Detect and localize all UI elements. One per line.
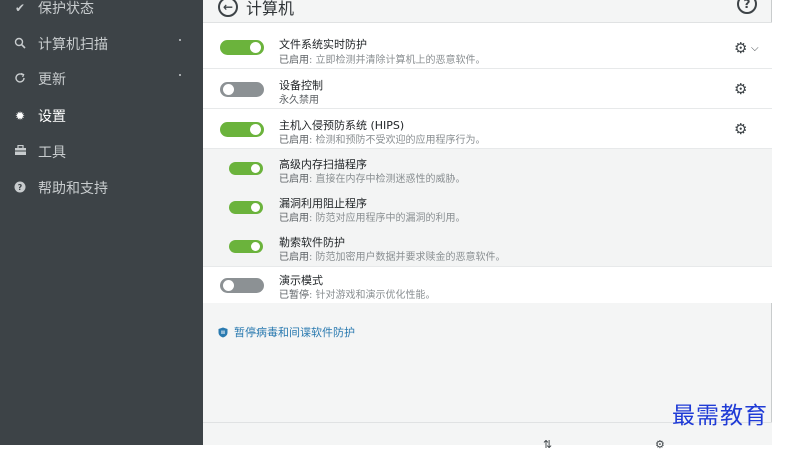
pause-protection-link[interactable]: 暂停病毒和间谍软件防护 xyxy=(218,324,355,340)
sidebar-item-label: 工具 xyxy=(38,145,66,161)
sidebar-item-computer-scan[interactable]: 计算机扫描 xyxy=(0,29,203,59)
pause-link-label: 暂停病毒和间谍软件防护 xyxy=(234,326,355,339)
page-header: ← 计算机 xyxy=(203,0,772,22)
row-description: 已暂停: 针对游戏和演示优化性能。 xyxy=(279,290,436,301)
toggle-switch[interactable] xyxy=(220,82,264,97)
sidebar-item-label: 设置 xyxy=(38,109,66,125)
settings-panel: 文件系统实时防护 已启用: 立即检测并清除计算机上的恶意软件。 ⚙ ⌵ 设备控制… xyxy=(203,22,772,303)
check-icon: ✔ xyxy=(14,1,26,15)
page-title: 计算机 xyxy=(246,0,295,18)
toolbox-icon xyxy=(12,144,28,159)
row-description: 已启用: 防范对应用程序中的漏洞的利用。 xyxy=(279,213,466,224)
sidebar: ✔ 保护状态 计算机扫描 更新 ✹ 设置 工具 ? 帮助和支持 xyxy=(0,0,203,445)
toggle-switch[interactable] xyxy=(220,40,264,55)
window-edge xyxy=(772,0,794,445)
row-description: 永久禁用 xyxy=(279,95,319,106)
toggle-switch[interactable] xyxy=(220,278,264,293)
gear-icon[interactable]: ⚙ xyxy=(734,80,747,98)
sidebar-item-help[interactable]: ? 帮助和支持 xyxy=(0,173,203,203)
row-description: 已启用: 立即检测并清除计算机上的恶意软件。 xyxy=(279,55,486,66)
toggle-switch[interactable] xyxy=(229,162,263,175)
row-title: 文件系统实时防护 xyxy=(279,38,367,51)
setting-row-exploit-blocker: 漏洞利用阻止程序 已启用: 防范对应用程序中的漏洞的利用。 xyxy=(203,188,772,227)
shield-icon xyxy=(218,327,228,337)
sidebar-item-settings[interactable]: ✹ 设置 xyxy=(0,101,203,131)
row-description: 已启用: 防范加密用户数据并要求赎金的恶意软件。 xyxy=(279,252,506,263)
sidebar-item-protection-status[interactable]: ✔ 保护状态 xyxy=(0,0,203,23)
sidebar-item-label: 计算机扫描 xyxy=(38,37,108,53)
toggle-switch[interactable] xyxy=(229,201,263,214)
setting-row-device-control: 设备控制 永久禁用 ⚙ xyxy=(203,69,772,109)
sidebar-item-update[interactable]: 更新 xyxy=(0,64,203,94)
gear-icon[interactable]: ⚙ xyxy=(734,120,747,138)
chevron-down-icon[interactable]: ⌵ xyxy=(751,43,759,54)
sidebar-item-tools[interactable]: 工具 xyxy=(0,137,203,167)
main-content: ← 计算机 ? 文件系统实时防护 已启用: 立即检测并清除计算机上的恶意软件。 … xyxy=(203,0,772,451)
refresh-icon xyxy=(12,72,28,87)
row-description: 已启用: 检测和预防不受欢迎的应用程序行为。 xyxy=(279,135,486,146)
toggle-switch[interactable] xyxy=(220,122,264,137)
help-icon: ? xyxy=(12,181,28,196)
row-description: 已启用: 直接在内存中检测迷惑性的威胁。 xyxy=(279,174,466,185)
toggle-switch[interactable] xyxy=(229,240,263,253)
sidebar-item-label: 保护状态 xyxy=(38,1,94,17)
gear-icon[interactable]: ⚙ xyxy=(734,39,747,57)
svg-text:?: ? xyxy=(18,183,23,192)
watermark-text: 最需教育 xyxy=(672,403,768,429)
setting-row-memory-scanner: 高级内存扫描程序 已启用: 直接在内存中检测迷惑性的威胁。 xyxy=(203,149,772,188)
notification-dot xyxy=(179,39,181,41)
sidebar-item-label: 帮助和支持 xyxy=(38,181,108,197)
setting-row-presentation-mode: 演示模式 已暂停: 针对游戏和演示优化性能。 xyxy=(203,267,772,303)
setting-row-hips: 主机入侵预防系统 (HIPS) 已启用: 检测和预防不受欢迎的应用程序行为。 ⚙ xyxy=(203,109,772,149)
sidebar-item-label: 更新 xyxy=(38,72,66,88)
setting-row-ransomware-shield: 勒索软件防护 已启用: 防范加密用户数据并要求赎金的恶意软件。 xyxy=(203,227,772,267)
back-arrow-icon[interactable]: ← xyxy=(218,0,238,17)
gear-icon: ✹ xyxy=(14,109,26,123)
setting-row-realtime-protection: 文件系统实时防护 已启用: 立即检测并清除计算机上的恶意软件。 ⚙ ⌵ xyxy=(203,23,772,69)
search-icon xyxy=(12,37,28,52)
notification-dot xyxy=(179,74,181,76)
